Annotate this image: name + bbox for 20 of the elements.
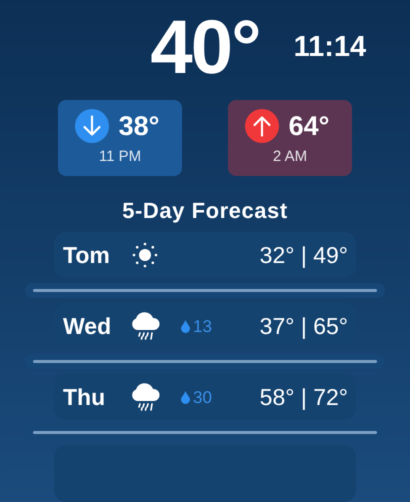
day-label: Wed bbox=[63, 314, 112, 338]
raindrop-icon bbox=[181, 320, 190, 333]
forecast-title: 5-Day Forecast bbox=[122, 200, 288, 222]
day-label: Thu bbox=[63, 386, 106, 409]
time-label: 11 PM bbox=[98, 149, 142, 164]
current-temperature: 40° bbox=[150, 10, 260, 86]
day-label: Tom bbox=[63, 244, 111, 267]
precipitation-value: 30 bbox=[193, 388, 212, 406]
raindrop-icon bbox=[181, 390, 190, 404]
temperature: 64° bbox=[288, 112, 330, 140]
rain-cloud-icon bbox=[129, 311, 161, 342]
temperature-range: 37° | 65° bbox=[260, 314, 348, 338]
temperature-range: 32° | 49° bbox=[260, 244, 348, 267]
precipitation-value: 13 bbox=[193, 318, 212, 335]
sun-icon bbox=[131, 241, 159, 270]
temperature: 38° bbox=[118, 112, 160, 140]
rain-cloud-icon bbox=[129, 382, 161, 412]
current-time: 11:14 bbox=[294, 30, 366, 62]
temperature-range: 58° | 72° bbox=[260, 386, 348, 409]
time-label: 2 AM bbox=[272, 149, 308, 164]
